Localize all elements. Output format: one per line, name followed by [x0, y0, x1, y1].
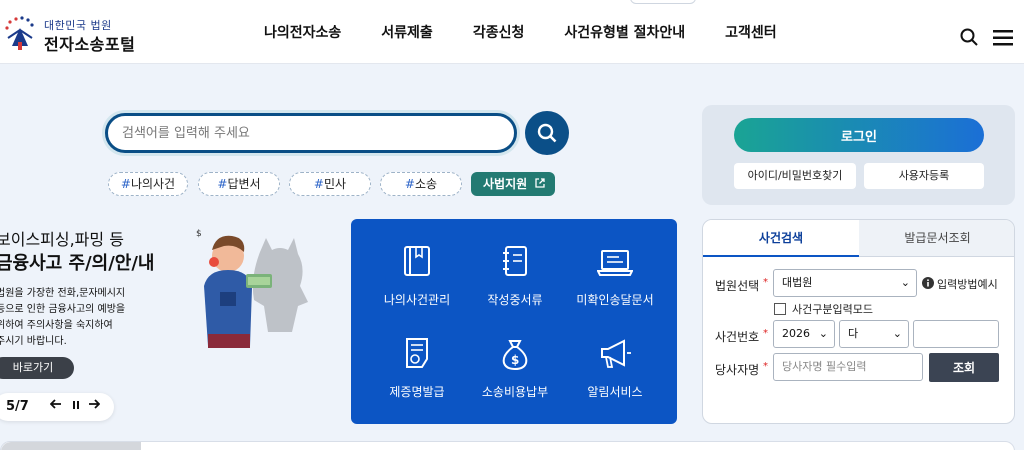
- mode-checkbox[interactable]: [774, 303, 786, 315]
- svg-text:$: $: [196, 229, 202, 239]
- certificate-icon: [406, 338, 428, 368]
- pause-icon[interactable]: [68, 397, 84, 417]
- chevron-down-icon: ⌄: [818, 327, 828, 340]
- phishing-illustration: $: [196, 229, 308, 348]
- hashtag-answer[interactable]: #답변서: [198, 172, 280, 196]
- party-name-input[interactable]: 당사자명 필수입력: [773, 353, 923, 381]
- site-logo[interactable]: 대한민국 법원 전자소송포털: [4, 14, 154, 58]
- nav-my-ecase[interactable]: 나의전자소송: [264, 22, 341, 42]
- party-name-label: 당사자명 *: [715, 361, 768, 377]
- megaphone-icon: [601, 339, 631, 368]
- banner-description: 법원을 가장한 전화,문자메시지 등으로 인한 금융사고의 예방을 위하여 주의…: [0, 286, 125, 350]
- quick-menu: 나의사건관리 작성중서류 미확인송달문서 제증명발급 $ 소송비용납부 알림서비…: [351, 219, 677, 424]
- logo-title: 전자소송포털: [44, 35, 136, 54]
- login-panel: 로그인 아이디/비밀번호찾기 사용자등록: [702, 105, 1015, 205]
- tab-case-search[interactable]: 사건검색: [703, 220, 859, 257]
- quick-certificate[interactable]: 제증명발급: [363, 337, 471, 400]
- case-number-label: 사건번호 *: [715, 328, 768, 344]
- next-arrow-icon[interactable]: [86, 397, 102, 417]
- court-label: 법원선택 *: [715, 277, 768, 293]
- nav-document-submit[interactable]: 서류제출: [381, 22, 433, 42]
- hashtag-lawsuit[interactable]: #소송: [380, 172, 462, 196]
- judicial-support-link[interactable]: 사법지원: [471, 172, 555, 196]
- banner-pager: 5/7: [0, 393, 114, 421]
- case-search-submit-button[interactable]: 조회: [929, 353, 999, 382]
- banner-desc-line: 법원을 가장한 전화,문자메시지: [0, 288, 126, 299]
- search-input[interactable]: [122, 116, 502, 150]
- chevron-down-icon: ⌄: [892, 327, 902, 340]
- quick-my-case-manage[interactable]: 나의사건관리: [363, 245, 471, 308]
- prev-arrow-icon[interactable]: [48, 397, 64, 417]
- site-header: 대한민국 법원 전자소송포털 나의전자소송 서류제출 각종신청 사건유형별 절차…: [0, 0, 1024, 64]
- money-bag-icon: $: [502, 340, 528, 371]
- register-button[interactable]: 사용자등록: [864, 163, 984, 189]
- quick-notification[interactable]: 알림서비스: [561, 337, 669, 400]
- find-id-password-button[interactable]: 아이디/비밀번호찾기: [734, 163, 856, 189]
- pager-count: 5/7: [6, 399, 29, 414]
- banner-go-button[interactable]: 바로가기: [0, 357, 74, 379]
- quick-label: 작성중서류: [487, 293, 543, 307]
- hashtag-civil[interactable]: #민사: [289, 172, 371, 196]
- bottom-card: [0, 441, 1015, 450]
- banner-title-line2: 금융사고 주/의/안/내: [0, 253, 155, 274]
- quick-fee-payment[interactable]: $ 소송비용납부: [461, 337, 569, 400]
- magnifier-icon: [537, 123, 557, 143]
- search-icon[interactable]: [960, 28, 978, 46]
- external-link-icon: [535, 178, 546, 188]
- tab-issued-doc-lookup[interactable]: 발급문서조회: [859, 220, 1014, 257]
- input-example-link[interactable]: 입력방법예시: [937, 276, 998, 292]
- quick-drafts[interactable]: 작성중서류: [461, 245, 569, 308]
- quick-label: 소송비용납부: [481, 385, 549, 399]
- year-select[interactable]: 2026 ⌄: [773, 320, 835, 348]
- chevron-down-icon: ⌄: [900, 276, 910, 289]
- top-utility-strip: [0, 0, 1024, 8]
- case-type-select[interactable]: 다 ⌄: [839, 320, 909, 348]
- search-box: [105, 113, 517, 153]
- banner-desc-line: 주시기 바랍니다.: [0, 336, 67, 347]
- case-number-input[interactable]: [913, 320, 999, 348]
- quick-unread-delivery[interactable]: 미확인송달문서: [561, 245, 669, 308]
- nav-procedure-guide[interactable]: 사건유형별 절차안내: [564, 22, 685, 42]
- banner-desc-line: 위하여 주의사항을 숙지하여: [0, 320, 113, 331]
- quick-label: 미확인송달문서: [576, 293, 654, 307]
- court-emblem-icon: [5, 16, 34, 50]
- nav-customer-center[interactable]: 고객센터: [725, 22, 777, 42]
- notebook-icon: [503, 246, 527, 276]
- mode-checkbox-label: 사건구분입력모드: [792, 303, 873, 316]
- quick-label: 제증명발급: [389, 385, 445, 399]
- case-search-panel: 사건검색 발급문서조회 법원선택 * 대법원 ⌄ 입력방법예시 사건구분입력모드 …: [702, 219, 1015, 424]
- quick-label: 나의사건관리: [383, 293, 451, 307]
- utility-pill[interactable]: [630, 0, 696, 4]
- nav-applications[interactable]: 각종신청: [473, 22, 525, 42]
- hamburger-menu-icon[interactable]: [993, 30, 1013, 46]
- login-button[interactable]: 로그인: [734, 118, 984, 152]
- court-select[interactable]: 대법원 ⌄: [773, 269, 917, 297]
- banner-title-line1: 보이스피싱,파밍 등: [0, 230, 124, 249]
- quick-label: 알림서비스: [587, 385, 643, 399]
- book-icon: [404, 246, 430, 276]
- banner-desc-line: 등으로 인한 금융사고의 예방을: [0, 304, 126, 315]
- svg-text:$: $: [511, 353, 519, 367]
- hashtag-my-case[interactable]: #나의사건: [108, 172, 188, 196]
- main-nav: 나의전자소송 서류제출 각종신청 사건유형별 절차안내 고객센터: [264, 22, 817, 42]
- info-icon: [922, 277, 934, 289]
- bottom-card-image: [1, 442, 141, 450]
- laptop-icon: [597, 250, 633, 276]
- search-button[interactable]: [525, 111, 569, 155]
